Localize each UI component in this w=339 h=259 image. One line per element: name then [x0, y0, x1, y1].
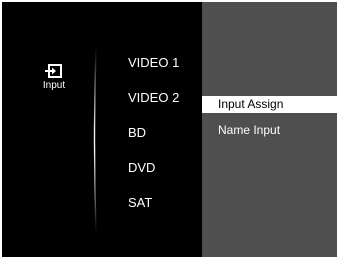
menu-item-name-input[interactable]: Name Input — [202, 122, 337, 139]
source-panel: Input VIDEO 1 VIDEO 2 BD DVD SAT — [2, 2, 202, 257]
input-icon — [45, 64, 62, 78]
tv-menu-screen: Input VIDEO 1 VIDEO 2 BD DVD SAT Input A… — [2, 2, 337, 257]
category-label: Input — [42, 80, 66, 91]
options-panel: Input Assign Name Input — [202, 2, 337, 257]
source-item-bd[interactable]: BD — [128, 125, 146, 141]
menu-item-input-assign[interactable]: Input Assign — [202, 96, 337, 113]
source-item-sat[interactable]: SAT — [128, 195, 152, 211]
category-input[interactable]: Input — [32, 64, 76, 92]
source-item-dvd[interactable]: DVD — [128, 160, 155, 176]
divider-line — [93, 48, 97, 233]
source-item-video1[interactable]: VIDEO 1 — [128, 55, 179, 71]
source-item-video2[interactable]: VIDEO 2 — [128, 90, 179, 106]
